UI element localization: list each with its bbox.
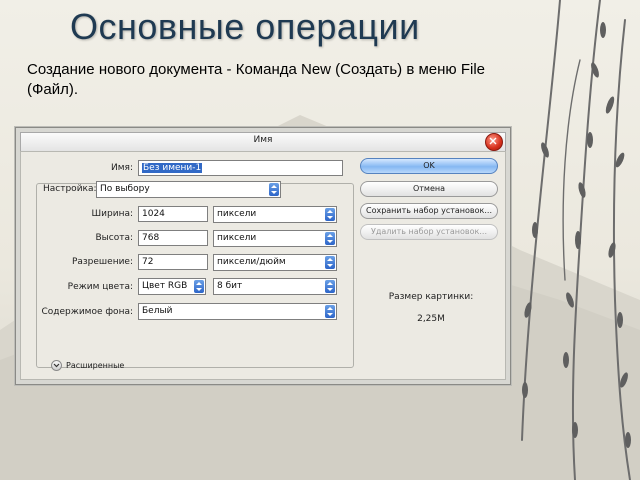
bit-depth-select[interactable]: 8 бит (213, 278, 337, 295)
name-value: Без имени-1 (142, 163, 203, 173)
delete-preset-button: Удалить набор установок... (360, 224, 498, 240)
dropdown-arrow-icon (325, 280, 335, 293)
dialog-titlebar[interactable]: Имя (20, 132, 506, 152)
resolution-field[interactable]: 72 (138, 254, 208, 270)
name-label: Имя: (111, 163, 133, 173)
slide-title: Основные операции (70, 6, 420, 47)
width-field[interactable]: 1024 (138, 206, 208, 222)
image-size-label: Размер картинки: (388, 292, 474, 302)
preset-value: По выбору (100, 184, 150, 194)
dropdown-arrow-icon (325, 305, 335, 318)
background-label: Содержимое фона: (41, 307, 133, 317)
color-mode-value: Цвет RGB (142, 281, 188, 291)
width-unit-value: пиксели (217, 209, 257, 219)
new-document-dialog: Имя Имя: Без имени-1 Настройка: По выбор… (15, 127, 511, 385)
preset-select[interactable]: По выбору (96, 181, 281, 198)
height-field[interactable]: 768 (138, 230, 208, 246)
advanced-label[interactable]: Расширенные (66, 361, 124, 370)
dropdown-arrow-icon (325, 232, 335, 245)
dropdown-arrow-icon (325, 208, 335, 221)
color-mode-select[interactable]: Цвет RGB (138, 278, 206, 295)
height-unit-value: пиксели (217, 233, 257, 243)
resolution-unit-value: пиксели/дюйм (217, 257, 286, 267)
save-preset-button[interactable]: Сохранить набор установок... (360, 203, 498, 219)
ok-button[interactable]: OK (360, 158, 498, 174)
dialog-body: Имя: Без имени-1 Настройка: По выбору Ши… (20, 151, 506, 380)
dialog-title: Имя (253, 135, 273, 145)
preset-label: Настройка: (41, 184, 97, 194)
bit-depth-value: 8 бит (217, 281, 243, 291)
color-mode-label: Режим цвета: (67, 282, 133, 292)
dropdown-arrow-icon (325, 256, 335, 269)
width-label: Ширина: (91, 209, 133, 219)
resolution-label: Разрешение: (71, 257, 133, 267)
slide-description: Создание нового документа - Команда New … (27, 61, 485, 98)
dropdown-arrow-icon (194, 280, 204, 293)
image-size-value: 2,25M (417, 314, 445, 324)
background-value: Белый (142, 306, 173, 316)
resolution-unit-select[interactable]: пиксели/дюйм (213, 254, 337, 271)
dropdown-arrow-icon (269, 183, 279, 196)
height-unit-select[interactable]: пиксели (213, 230, 337, 247)
width-unit-select[interactable]: пиксели (213, 206, 337, 223)
close-icon[interactable] (485, 133, 503, 151)
height-label: Высота: (95, 233, 133, 243)
background-select[interactable]: Белый (138, 303, 337, 320)
expand-icon[interactable] (51, 360, 62, 371)
cancel-button[interactable]: Отмена (360, 181, 498, 197)
name-field[interactable]: Без имени-1 (138, 160, 343, 176)
